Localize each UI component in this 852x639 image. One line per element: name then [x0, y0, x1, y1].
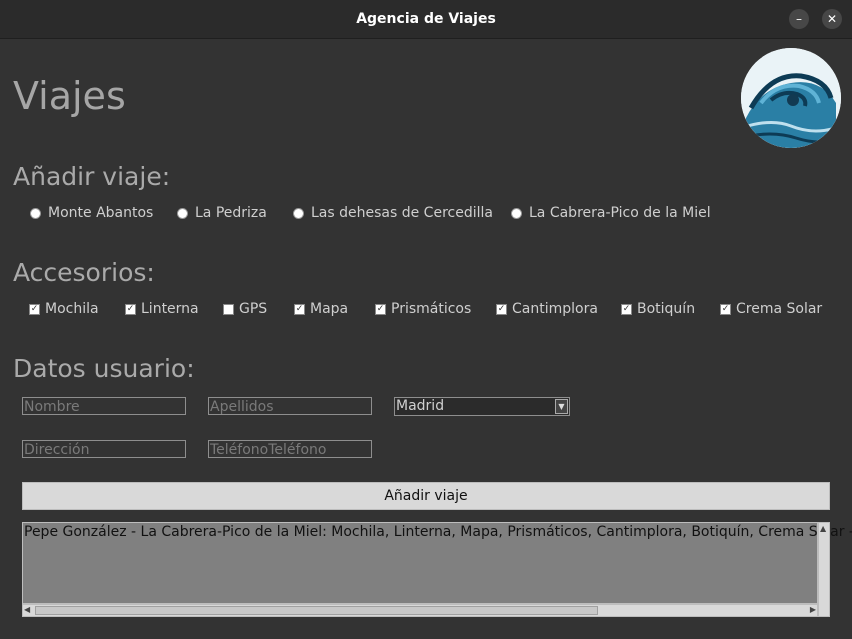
scroll-left-icon[interactable]: ◀	[24, 605, 30, 615]
checkbox-box: ✓	[375, 303, 386, 315]
chevron-down-icon[interactable]: ▼	[555, 399, 568, 414]
radio-label: Las dehesas de Cercedilla	[311, 205, 493, 221]
radio-la-pedriza[interactable]: La Pedriza	[178, 205, 267, 221]
checkbox-cantimplora[interactable]: ✓ Cantimplora	[496, 301, 598, 317]
checkbox-crema-solar[interactable]: ✓ Crema Solar	[720, 301, 822, 317]
horizontal-scrollbar[interactable]: ◀ ▶	[22, 604, 818, 617]
radio-la-cabrera[interactable]: La Cabrera-Pico de la Miel	[512, 205, 711, 221]
checkbox-mochila[interactable]: ✓ Mochila	[29, 301, 99, 317]
output-line: Pepe González - La Cabrera-Pico de la Mi…	[24, 524, 852, 540]
radio-las-dehesas[interactable]: Las dehesas de Cercedilla	[294, 205, 493, 221]
checkbox-box: ✓	[294, 303, 305, 315]
radio-dot	[178, 208, 187, 218]
window-title: Agencia de Viajes	[356, 11, 496, 27]
user-data-heading: Datos usuario:	[13, 354, 195, 383]
page-title: Viajes	[13, 74, 126, 118]
add-trip-heading: Añadir viaje:	[13, 162, 171, 191]
accessories-heading: Accesorios:	[13, 258, 155, 287]
checkbox-label: GPS	[239, 301, 268, 317]
radio-label: La Pedriza	[195, 205, 267, 221]
wave-logo	[741, 48, 841, 148]
vertical-scrollbar[interactable]: ▲	[818, 522, 830, 617]
checkbox-label: Mochila	[45, 301, 99, 317]
radio-dot	[294, 208, 303, 218]
radio-dot	[512, 208, 521, 218]
checkbox-box: ✓	[720, 303, 731, 315]
nombre-field[interactable]: Nombre	[22, 397, 186, 415]
checkbox-botiquin[interactable]: ✓ Botiquín	[621, 301, 695, 317]
scroll-up-icon[interactable]: ▲	[820, 524, 826, 534]
close-button[interactable]: ✕	[822, 9, 842, 29]
checkbox-box: ✓	[125, 303, 136, 315]
apellidos-field[interactable]: Apellidos	[208, 397, 372, 415]
output-textarea[interactable]: Pepe González - La Cabrera-Pico de la Mi…	[22, 522, 852, 604]
telefono-field[interactable]: TeléfonoTeléfono	[208, 440, 372, 458]
checkbox-gps[interactable]: GPS	[223, 301, 267, 317]
checkbox-label: Linterna	[141, 301, 199, 317]
radio-label: Monte Abantos	[48, 205, 154, 221]
checkbox-box	[223, 303, 234, 315]
ciudad-select-value: Madrid	[396, 398, 445, 414]
checkbox-label: Botiquín	[637, 301, 696, 317]
checkbox-label: Cantimplora	[512, 301, 598, 317]
checkbox-label: Crema Solar	[736, 301, 823, 317]
scroll-right-icon[interactable]: ▶	[810, 605, 816, 615]
checkbox-label: Mapa	[310, 301, 349, 317]
radio-dot	[31, 208, 40, 218]
title-bar: Agencia de Viajes – ✕	[0, 0, 852, 39]
horizontal-scroll-thumb[interactable]	[35, 606, 598, 615]
minimize-button[interactable]: –	[789, 9, 809, 29]
radio-label: La Cabrera-Pico de la Miel	[529, 205, 711, 221]
ciudad-select[interactable]: Madrid ▼	[394, 397, 570, 416]
direccion-field[interactable]: Dirección	[22, 440, 186, 458]
add-trip-button[interactable]: Añadir viaje	[22, 482, 830, 510]
checkbox-label: Prismáticos	[391, 301, 472, 317]
checkbox-prismaticos[interactable]: ✓ Prismáticos	[375, 301, 471, 317]
radio-monte-abantos[interactable]: Monte Abantos	[31, 205, 153, 221]
checkbox-box: ✓	[29, 303, 40, 315]
checkbox-linterna[interactable]: ✓ Linterna	[125, 301, 199, 317]
checkbox-mapa[interactable]: ✓ Mapa	[294, 301, 348, 317]
checkbox-box: ✓	[621, 303, 632, 315]
checkbox-box: ✓	[496, 303, 507, 315]
